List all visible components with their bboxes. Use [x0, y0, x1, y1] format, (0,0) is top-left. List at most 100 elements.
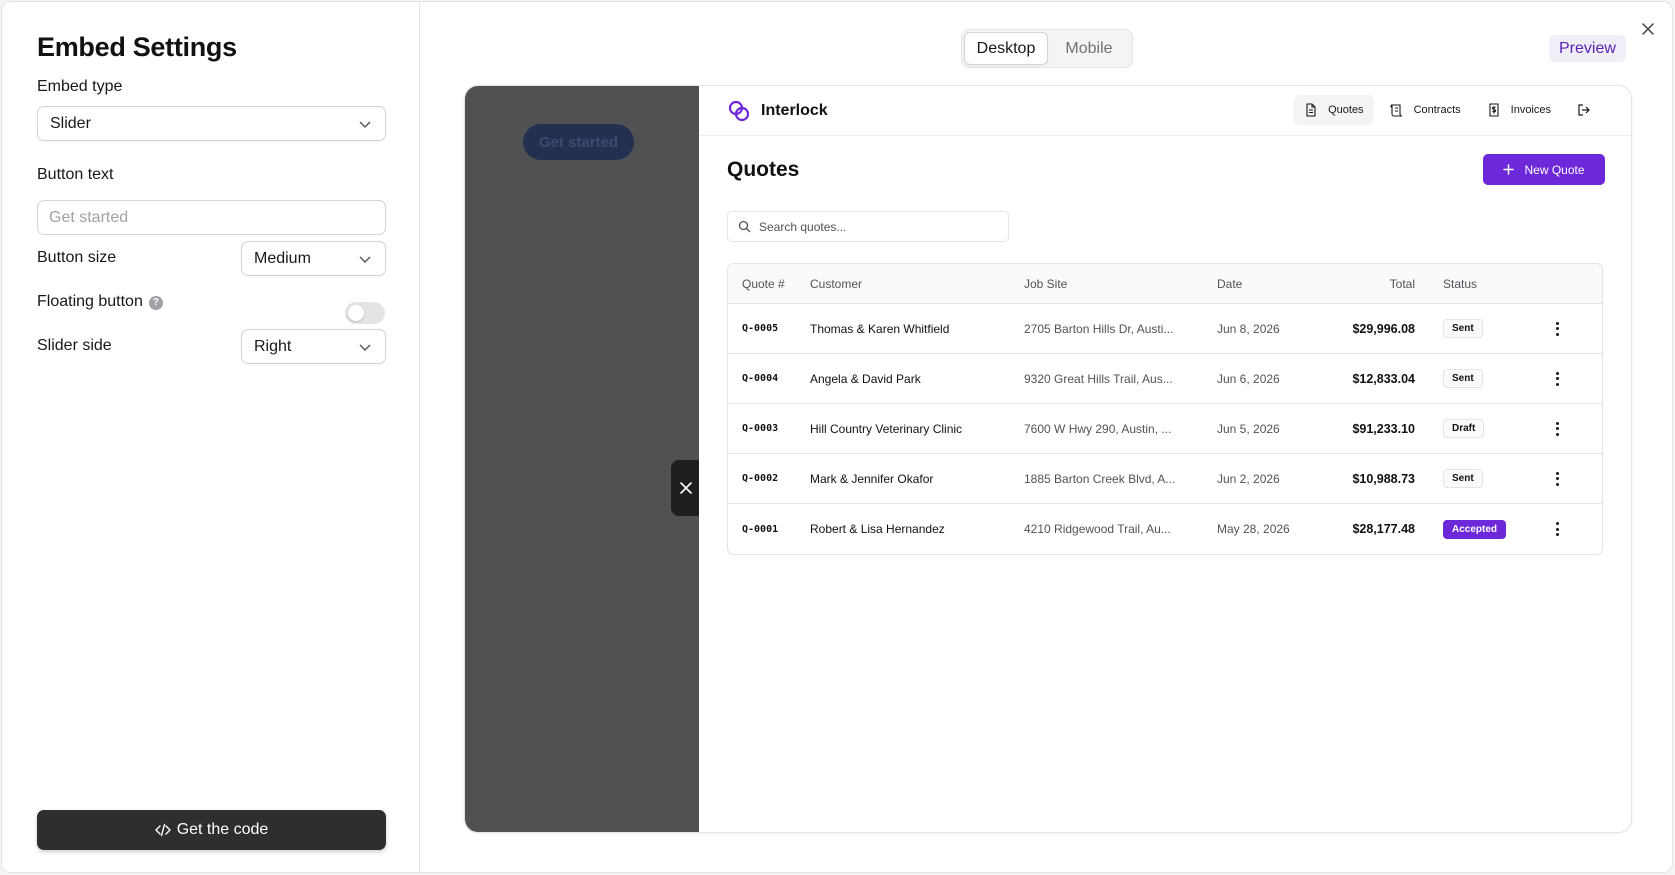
nav-contracts[interactable]: Contracts	[1380, 95, 1471, 125]
embed-type-label: Embed type	[37, 78, 123, 95]
column-header[interactable]: Total	[1309, 277, 1415, 291]
row-actions	[1513, 321, 1602, 336]
app-nav: Quotes Contracts Invoices	[1294, 95, 1601, 125]
status-badge: Sent	[1443, 369, 1483, 388]
quote-date: Jun 6, 2026	[1217, 371, 1280, 386]
mobile-tab[interactable]: Mobile	[1048, 32, 1130, 65]
help-icon[interactable]: ?	[148, 295, 163, 310]
row-actions	[1513, 421, 1602, 436]
search-input[interactable]: Search quotes...	[727, 211, 1009, 242]
button-size-select[interactable]: Medium	[241, 241, 386, 276]
embed-get-started-button[interactable]: Get started	[523, 124, 634, 160]
table-row[interactable]: Q-0005 Thomas & Karen Whitfield 2705 Barto…	[728, 304, 1602, 354]
desktop-tab[interactable]: Desktop	[964, 32, 1048, 65]
button-size-label: Button size	[37, 249, 117, 266]
nav-invoices[interactable]: Invoices	[1477, 95, 1561, 125]
customer-name: Hill Country Veterinary Clinic	[810, 421, 963, 436]
quote-id: Q-0001	[742, 523, 779, 535]
status-cell: Accepted	[1415, 519, 1513, 539]
more-options-icon[interactable]	[1556, 321, 1560, 336]
status-cell: Draft	[1415, 419, 1513, 438]
button-size-value: Medium	[254, 249, 311, 267]
table-header: Quote # Customer Job Site Date Total Sta…	[728, 264, 1602, 304]
embed-type-value: Slider	[50, 114, 91, 132]
customer-name: Robert & Lisa Hernandez	[810, 522, 945, 536]
customer-name: Mark & Jennifer Okafor	[810, 471, 934, 486]
search-icon	[738, 220, 751, 233]
table-row[interactable]: Q-0002 Mark & Jennifer Okafor 1885 Barton …	[728, 454, 1602, 504]
get-code-label: Get the code	[176, 821, 269, 838]
interlock-logo-icon	[728, 100, 750, 122]
logout-button[interactable]	[1567, 95, 1601, 125]
close-icon	[679, 482, 692, 494]
more-options-icon[interactable]	[1556, 371, 1560, 386]
column-header[interactable]: Quote #	[728, 277, 810, 291]
job-site: 9320 Great Hills Trail, Aus...	[1024, 371, 1173, 386]
job-site: 4210 Ridgewood Trail, Au...	[1024, 522, 1171, 536]
code-icon	[154, 823, 171, 837]
preview-frame: Get started Interlock Quotes Contracts I…	[464, 85, 1632, 833]
close-icon[interactable]	[1639, 20, 1657, 38]
brand[interactable]: Interlock	[727, 99, 828, 123]
slider-side-value: Right	[254, 337, 292, 355]
customer-name: Thomas & Karen Whitfield	[810, 321, 950, 336]
embed-type-select[interactable]: Slider	[37, 106, 386, 141]
new-quote-label: New Quote	[1524, 162, 1585, 177]
view-toggle: Desktop Mobile	[961, 29, 1133, 68]
more-options-icon[interactable]	[1556, 421, 1560, 436]
table-row[interactable]: Q-0003 Hill Country Veterinary Clinic 7600…	[728, 404, 1602, 454]
button-text-placeholder: Get started	[49, 208, 129, 226]
embedded-app: Interlock Quotes Contracts Invoices Quot…	[699, 86, 1631, 832]
table-row[interactable]: Q-0004 Angela & David Park 9320 Great Hill…	[728, 354, 1602, 404]
column-header[interactable]: Job Site	[1024, 277, 1217, 291]
row-actions	[1513, 471, 1602, 486]
table-body: Q-0005 Thomas & Karen Whitfield 2705 Barto…	[728, 304, 1602, 554]
column-header[interactable]: Customer	[810, 277, 1024, 291]
settings-title: Embed Settings	[37, 32, 237, 62]
page-overlay[interactable]: Get started	[465, 86, 699, 832]
row-actions	[1513, 522, 1602, 536]
job-site: 7600 W Hwy 290, Austin, ...	[1024, 421, 1172, 436]
quote-id: Q-0004	[742, 373, 779, 384]
quote-total: $12,833.04	[1352, 371, 1415, 386]
column-header[interactable]: Date	[1217, 277, 1309, 291]
floating-button-label: Floating button	[37, 293, 143, 310]
chevron-down-icon	[359, 344, 371, 351]
quote-id: Q-0002	[742, 473, 779, 484]
settings-panel: Embed Settings Embed type Slider Button …	[2, 2, 420, 872]
quote-total: $29,996.08	[1352, 321, 1415, 336]
quote-id: Q-0005	[742, 323, 779, 334]
app-navbar: Interlock Quotes Contracts Invoices	[699, 86, 1631, 136]
column-header[interactable]: Status	[1415, 277, 1513, 291]
job-site: 2705 Barton Hills Dr, Austi...	[1024, 321, 1174, 336]
slider-side-select[interactable]: Right	[241, 329, 386, 364]
nav-quotes[interactable]: Quotes	[1294, 95, 1374, 125]
get-code-button[interactable]: Get the code	[37, 810, 386, 850]
quote-total: $10,988.73	[1352, 471, 1415, 486]
quote-date: Jun 5, 2026	[1217, 421, 1280, 436]
plus-icon	[1503, 164, 1515, 175]
row-actions	[1513, 371, 1602, 386]
button-text-input[interactable]: Get started	[37, 200, 386, 235]
more-options-icon[interactable]	[1556, 522, 1560, 536]
floating-button-label-row: Floating button?	[37, 293, 163, 311]
table-row[interactable]: Q-0001 Robert & Lisa Hernandez 4210 Ridgew…	[728, 504, 1602, 554]
more-options-icon[interactable]	[1556, 471, 1560, 486]
scroll-icon	[1390, 104, 1402, 117]
status-badge: Draft	[1443, 419, 1485, 438]
nav-contracts-label: Contracts	[1413, 104, 1461, 116]
preview-button[interactable]: Preview	[1549, 35, 1626, 62]
status-cell: Sent	[1415, 469, 1513, 488]
document-icon	[1306, 103, 1316, 117]
status-badge: Accepted	[1443, 519, 1507, 539]
chevron-down-icon	[359, 121, 371, 128]
quote-date: Jun 2, 2026	[1217, 471, 1280, 486]
floating-button-toggle[interactable]	[345, 302, 385, 324]
nav-quotes-label: Quotes	[1328, 104, 1364, 116]
brand-name: Interlock	[761, 102, 828, 119]
quotes-table: Quote # Customer Job Site Date Total Sta…	[727, 263, 1603, 555]
status-cell: Sent	[1415, 369, 1513, 388]
new-quote-button[interactable]: New Quote	[1483, 154, 1605, 185]
slider-close-button[interactable]	[671, 460, 700, 516]
quote-total: $28,177.48	[1352, 522, 1415, 536]
